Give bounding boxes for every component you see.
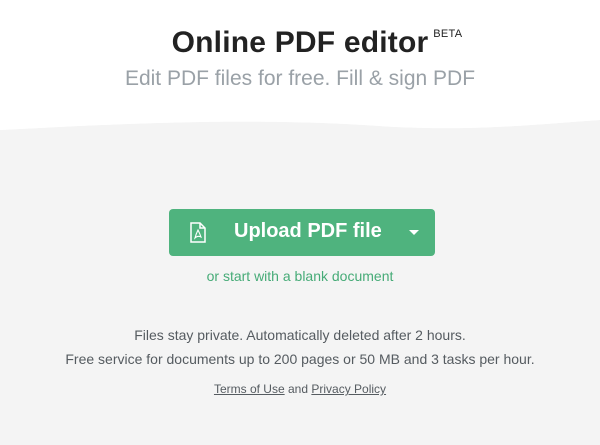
usage-limits-text: Free service for documents up to 200 pag… <box>65 351 535 367</box>
upload-pdf-label: Upload PDF file <box>234 220 382 242</box>
legal-links: Terms of Use and Privacy Policy <box>0 382 600 396</box>
upload-pdf-button[interactable]: Upload PDF file <box>169 209 435 256</box>
main-content <box>0 128 600 445</box>
upload-options-dropdown[interactable] <box>395 209 435 256</box>
beta-badge: BETA <box>433 28 463 40</box>
page-title: Online PDF editor BETA <box>171 26 462 60</box>
wave-divider <box>0 118 600 148</box>
page-subtitle: Edit PDF files for free. Fill & sign PDF <box>124 67 476 90</box>
start-blank-document-link[interactable]: or start with a blank document <box>207 268 394 284</box>
privacy-policy-link[interactable]: Privacy Policy <box>311 382 386 396</box>
privacy-info-text: Files stay private. Automatically delete… <box>134 327 466 343</box>
page-title-text: Online PDF editor <box>171 26 429 59</box>
legal-and-text: and <box>287 382 309 396</box>
blank-document-row: or start with a blank document <box>0 268 600 284</box>
upload-pdf-main[interactable]: Upload PDF file <box>169 209 395 256</box>
pdf-file-icon <box>190 222 206 243</box>
caret-down-icon <box>409 230 419 235</box>
title-row: Online PDF editor BETA <box>0 26 600 60</box>
terms-of-use-link[interactable]: Terms of Use <box>214 382 285 396</box>
